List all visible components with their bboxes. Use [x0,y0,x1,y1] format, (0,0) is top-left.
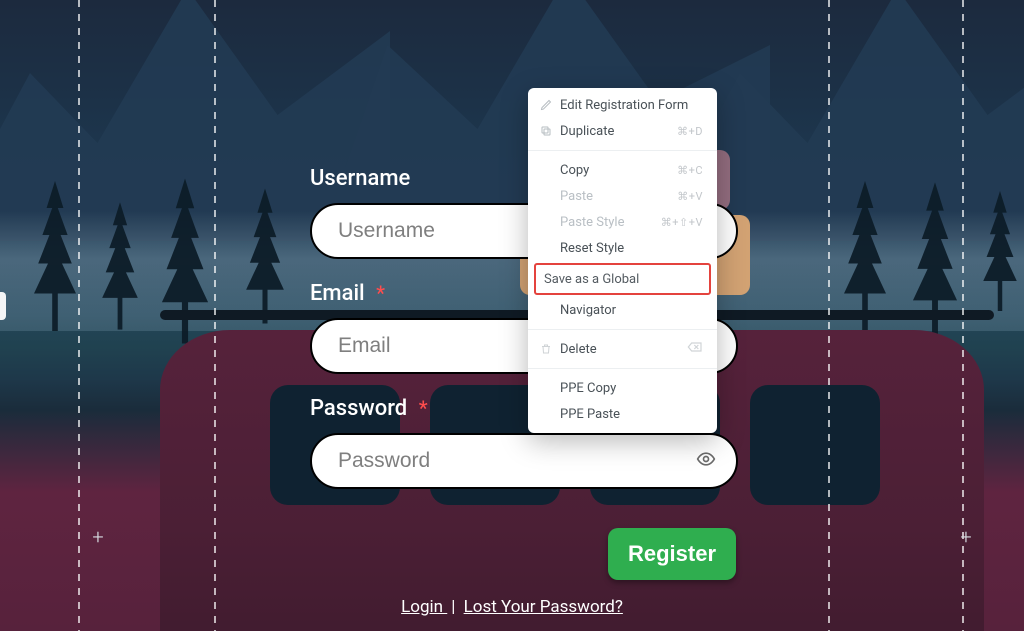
menu-shortcut: ⌘+D [677,125,703,138]
editor-edge-tab[interactable] [0,292,6,320]
context-menu-item-paste: Paste ⌘+V [528,183,717,209]
add-widget-button-right[interactable]: + [955,526,977,548]
password-input[interactable] [312,449,736,473]
context-menu: Edit Registration Form Duplicate ⌘+D Cop… [528,88,717,433]
context-menu-item-delete[interactable]: Delete [528,336,717,362]
menu-separator [528,150,717,151]
context-menu-item-reset-style[interactable]: Reset Style [528,235,717,261]
label-text: Email [310,281,365,306]
menu-label: Edit Registration Form [560,98,703,113]
menu-label: Save as a Global [544,272,639,287]
trash-icon [540,343,560,355]
editor-column-guide [78,0,80,631]
eye-icon[interactable] [696,449,716,473]
menu-shortcut: ⌘+V [677,190,703,203]
password-input-wrap[interactable] [310,433,738,489]
context-menu-item-edit[interactable]: Edit Registration Form [528,92,717,118]
menu-label: Reset Style [560,241,703,256]
menu-separator [528,368,717,369]
editor-column-guide [828,0,830,631]
pencil-icon [540,99,560,111]
add-widget-button-left[interactable]: + [87,526,109,548]
editor-column-guide [214,0,216,631]
menu-label: Paste [560,189,677,204]
login-link[interactable]: Login [401,597,447,617]
bg-van-window [750,385,880,505]
register-button[interactable]: Register [608,528,736,580]
menu-label: Navigator [560,303,703,318]
menu-shortcut: ⌘+⇧+V [661,216,703,229]
context-menu-item-ppe-paste[interactable]: PPE Paste [528,401,717,427]
context-menu-item-paste-style: Paste Style ⌘+⇧+V [528,209,717,235]
context-menu-item-navigator[interactable]: Navigator [528,297,717,323]
menu-label: Copy [560,163,677,178]
menu-label: Paste Style [560,215,661,230]
footer-links: Login | Lost Your Password? [0,597,1024,617]
menu-label: PPE Paste [560,407,703,422]
menu-label: PPE Copy [560,381,703,396]
menu-shortcut: ⌘+C [677,164,703,177]
duplicate-icon [540,125,560,137]
context-menu-item-copy[interactable]: Copy ⌘+C [528,157,717,183]
menu-separator [528,329,717,330]
label-text: Password [310,396,407,421]
context-menu-item-duplicate[interactable]: Duplicate ⌘+D [528,118,717,144]
label-text: Username [310,166,410,191]
context-menu-item-save-global[interactable]: Save as a Global [534,263,711,295]
required-marker: * [376,281,385,305]
menu-label: Delete [560,342,687,357]
context-menu-item-ppe-copy[interactable]: PPE Copy [528,375,717,401]
delete-shortcut-icon [687,341,703,357]
required-marker: * [419,396,428,420]
menu-label: Duplicate [560,124,677,139]
lost-password-link[interactable]: Lost Your Password? [464,597,623,617]
footer-separator: | [451,597,455,617]
